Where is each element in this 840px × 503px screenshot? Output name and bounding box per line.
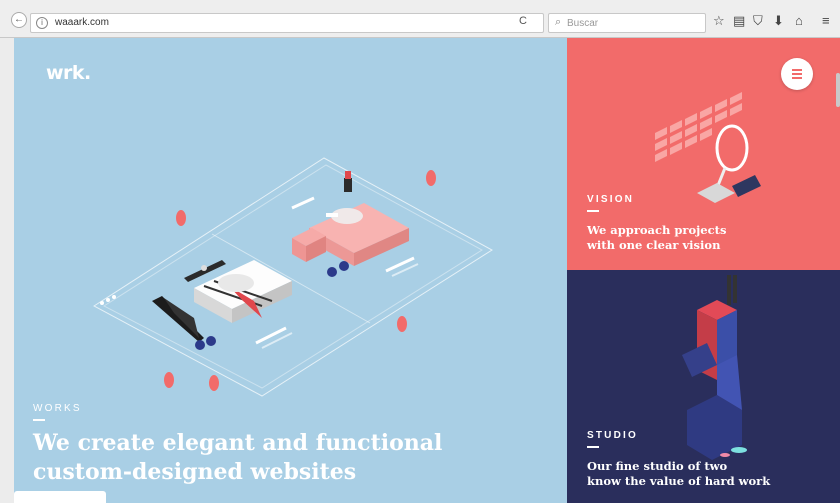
vision-underline [587,210,599,212]
back-button[interactable]: ← [11,12,27,28]
vision-text-line-2: with one clear vision [587,238,721,252]
studio-text-line-1: Our fine studio of two [587,459,728,473]
home-icon[interactable]: ⌂ [795,14,803,28]
headline-line-2: custom-designed websites [33,459,357,485]
studio-panel[interactable]: STUDIO Our fine studio of two know the v… [567,270,840,503]
star-icon[interactable]: ☆ [713,14,725,28]
headline-line-1: We create elegant and functional [33,430,443,456]
web-page: wrk. WORKS We create elegant and functio… [14,38,840,503]
vision-panel[interactable]: VISION We approach projects with one cle… [567,38,840,270]
search-placeholder: Buscar [567,18,599,29]
studio-text[interactable]: Our fine studio of two know the value of… [587,459,827,489]
studio-label: STUDIO [587,430,638,441]
vision-text[interactable]: We approach projects with one clear visi… [587,223,827,253]
studio-underline [587,446,599,448]
site-info-icon[interactable]: i [36,17,48,29]
search-input[interactable]: ⌕ Buscar [548,13,706,33]
reading-list-icon[interactable]: ▤ [733,14,745,28]
works-label: WORKS [33,403,82,414]
works-underline [33,419,45,421]
menu-icon[interactable]: ≡ [822,14,830,28]
search-icon: ⌕ [555,16,562,28]
address-bar[interactable]: i waaark.com [30,13,544,33]
url-text: waaark.com [55,17,109,28]
vision-label: VISION [587,194,635,205]
bottom-tab[interactable] [14,491,106,503]
scrollbar[interactable] [836,73,840,107]
reload-icon[interactable]: C [519,15,527,27]
studio-text-line-2: know the value of hard work [587,474,771,488]
pocket-icon[interactable]: ⛉ [753,14,763,28]
vision-text-line-1: We approach projects [587,223,727,237]
works-headline[interactable]: We create elegant and functional custom-… [33,429,553,487]
download-icon[interactable]: ⬇ [773,14,784,28]
works-panel[interactable]: wrk. WORKS We create elegant and functio… [14,38,567,503]
browser-toolbar: ← i waaark.com C ⌕ Buscar ☆ ▤ ⛉ ⬇ ⌂ ≡ [0,0,840,38]
